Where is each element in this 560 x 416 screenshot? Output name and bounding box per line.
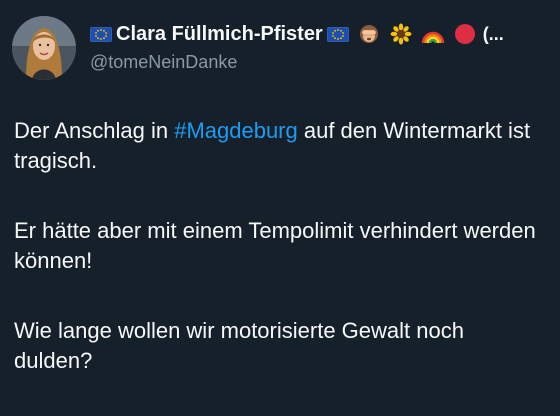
tweet-text: Der Anschlag in #Magdeburg auf den Winte…	[14, 116, 544, 416]
tweet-text-segment: Der Anschlag in	[14, 118, 175, 143]
tweet-card: Clara Füllmich-Pfister (... @tomeNeinDan…	[0, 0, 560, 402]
rainbow-icon	[421, 22, 445, 46]
user-handle[interactable]: @tomeNeinDanke	[90, 50, 550, 74]
sunflower-icon	[389, 22, 413, 46]
display-name[interactable]: Clara Füllmich-Pfister	[116, 23, 323, 46]
see-no-evil-monkey-icon	[357, 22, 381, 46]
eu-flag-icon	[326, 26, 349, 42]
eu-flag-icon	[90, 26, 112, 42]
avatar[interactable]	[12, 16, 76, 80]
tweet-paragraph-2: Er hätte aber mit einem Tempolimit verhi…	[14, 218, 536, 273]
name-truncation: (...	[482, 23, 504, 44]
tweet-paragraph-1: Der Anschlag in #Magdeburg auf den Winte…	[14, 116, 544, 176]
name-row: Clara Füllmich-Pfister (...	[90, 20, 550, 48]
avatar-image	[12, 16, 76, 80]
tweet-header: Clara Füllmich-Pfister (... @tomeNeinDan…	[90, 20, 550, 74]
hashtag-link[interactable]: #Magdeburg	[174, 118, 298, 143]
tweet-paragraph-3: Wie lange wollen wir motorisierte Gewalt…	[14, 318, 464, 373]
red-circle-icon	[453, 22, 477, 46]
